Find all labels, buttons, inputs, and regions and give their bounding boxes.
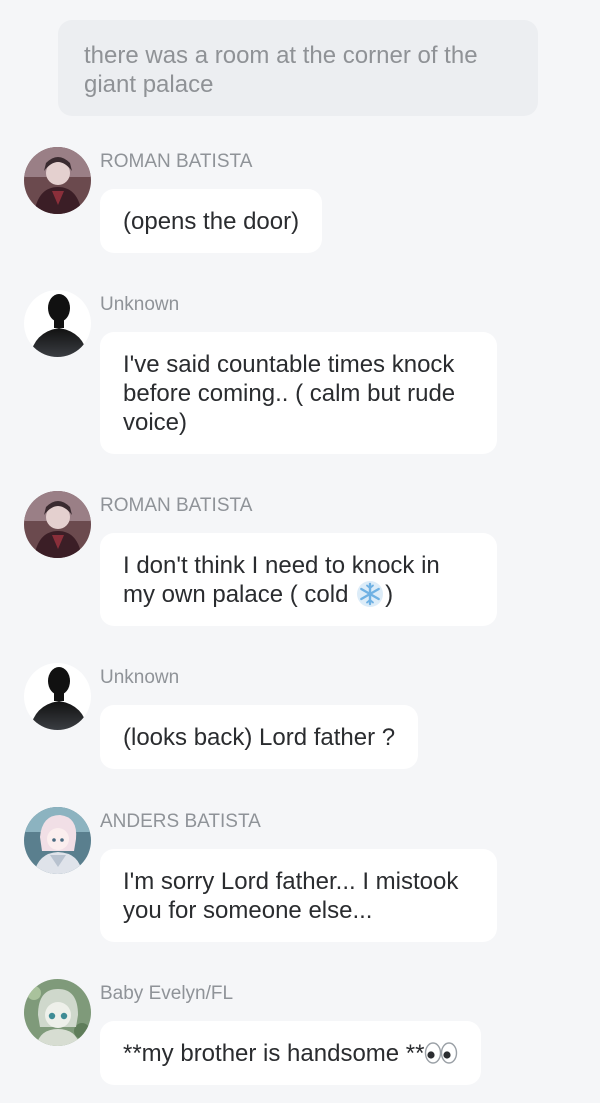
silhouette-avatar[interactable] bbox=[24, 663, 91, 730]
evelyn-avatar[interactable] bbox=[24, 979, 91, 1046]
sender-name: ROMAN BATISTA bbox=[100, 151, 253, 172]
silhouette-avatar[interactable] bbox=[24, 290, 91, 357]
message-bubble: (looks back) Lord father ? bbox=[100, 705, 419, 769]
message-bubble: I'm sorry Lord father... I mistook you f… bbox=[100, 849, 497, 942]
message-text: ) bbox=[385, 581, 394, 608]
message-bubble: I've said countable times knock before c… bbox=[100, 332, 497, 454]
message-bubble: (opens the door) bbox=[100, 189, 323, 253]
roman-avatar[interactable] bbox=[24, 491, 91, 558]
sender-name: Unknown bbox=[100, 667, 180, 688]
anders-avatar[interactable] bbox=[24, 807, 91, 874]
chat-window[interactable]: there was a room at the corner of the gi… bbox=[0, 0, 600, 1103]
sender-name: Unknown bbox=[100, 294, 180, 315]
message-text: **my brother is handsome ** bbox=[123, 1040, 425, 1067]
roman-avatar[interactable] bbox=[24, 147, 91, 214]
sender-name: ROMAN BATISTA bbox=[100, 495, 253, 516]
message-bubble: **my brother is handsome ** bbox=[100, 1021, 482, 1085]
snowflake-icon bbox=[357, 581, 384, 607]
narration-bubble: there was a room at the corner of the gi… bbox=[58, 20, 538, 116]
sender-name: Baby Evelyn/FL bbox=[100, 983, 234, 1004]
eyes-icon bbox=[425, 1042, 458, 1064]
message-bubble: I don't think I need to knock in my own … bbox=[100, 533, 497, 626]
sender-name: ANDERS BATISTA bbox=[100, 811, 261, 832]
